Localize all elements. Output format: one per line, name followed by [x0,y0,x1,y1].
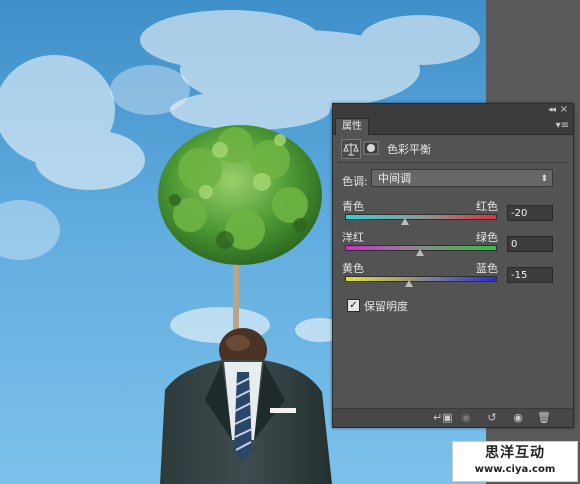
panel-bottom-bar: ↵▣ ◉ ↺ ◉ 🗑 [333,408,573,427]
blue-label: 蓝色 [476,262,498,275]
magenta-green-thumb[interactable] [416,249,424,256]
green-label: 绿色 [476,231,498,244]
cyan-red-value-field[interactable]: -20 [507,205,553,221]
yellow-blue-track[interactable] [345,276,497,282]
adjustment-title: 色彩平衡 [387,143,431,156]
magenta-label: 洋红 [342,231,364,244]
properties-panel: ◂◂ × 属性 ▾≡ 色彩平衡 色调: 中间调 ⬍ 青色 红色 -20 洋红 绿… [332,103,574,428]
balance-scale-icon [341,139,361,159]
panel-tab-row: 属性 ▾≡ [333,118,573,135]
cyan-red-track[interactable] [345,214,497,220]
cyan-red-thumb[interactable] [401,218,409,225]
layer-mask-icon[interactable] [363,139,379,157]
yellow-blue-value-field[interactable]: -15 [507,267,553,283]
panel-menu-icon[interactable]: ▾≡ [556,120,569,131]
yellow-blue-slider-group: 黄色 蓝色 -15 [333,260,573,296]
yellow-blue-thumb[interactable] [405,280,413,287]
clip-to-layer-icon[interactable]: ↵▣ [433,411,453,425]
close-icon[interactable]: × [560,104,568,115]
cyan-label: 青色 [342,200,364,213]
view-previous-state-icon[interactable]: ◉ [457,411,475,425]
yellow-label: 黄色 [342,262,364,275]
reset-icon[interactable]: ↺ [483,411,501,425]
trash-icon[interactable]: 🗑 [535,411,553,425]
red-label: 红色 [476,200,498,213]
divider [338,162,568,163]
eye-icon[interactable]: ◉ [509,411,527,425]
tone-dropdown[interactable]: 中间调 ⬍ [371,169,553,187]
watermark-logo: 思洋互动 www.ciya.com [452,441,578,482]
panel-title-bar[interactable]: ◂◂ × [333,104,573,118]
adjustment-header: 色彩平衡 [333,136,573,162]
watermark-title: 思洋互动 [485,445,545,461]
double-chevron-icon[interactable]: ◂◂ [548,105,556,115]
tone-value: 中间调 [378,172,411,185]
tone-label: 色调: [342,175,368,188]
up-down-arrows-icon: ⬍ [540,174,548,184]
tab-properties[interactable]: 属性 [335,118,369,135]
watermark-url: www.ciya.com [474,464,556,475]
preserve-luminosity-label: 保留明度 [364,300,408,313]
preserve-luminosity-checkbox[interactable]: ✓ [347,299,360,312]
magenta-green-value-field[interactable]: 0 [507,236,553,252]
